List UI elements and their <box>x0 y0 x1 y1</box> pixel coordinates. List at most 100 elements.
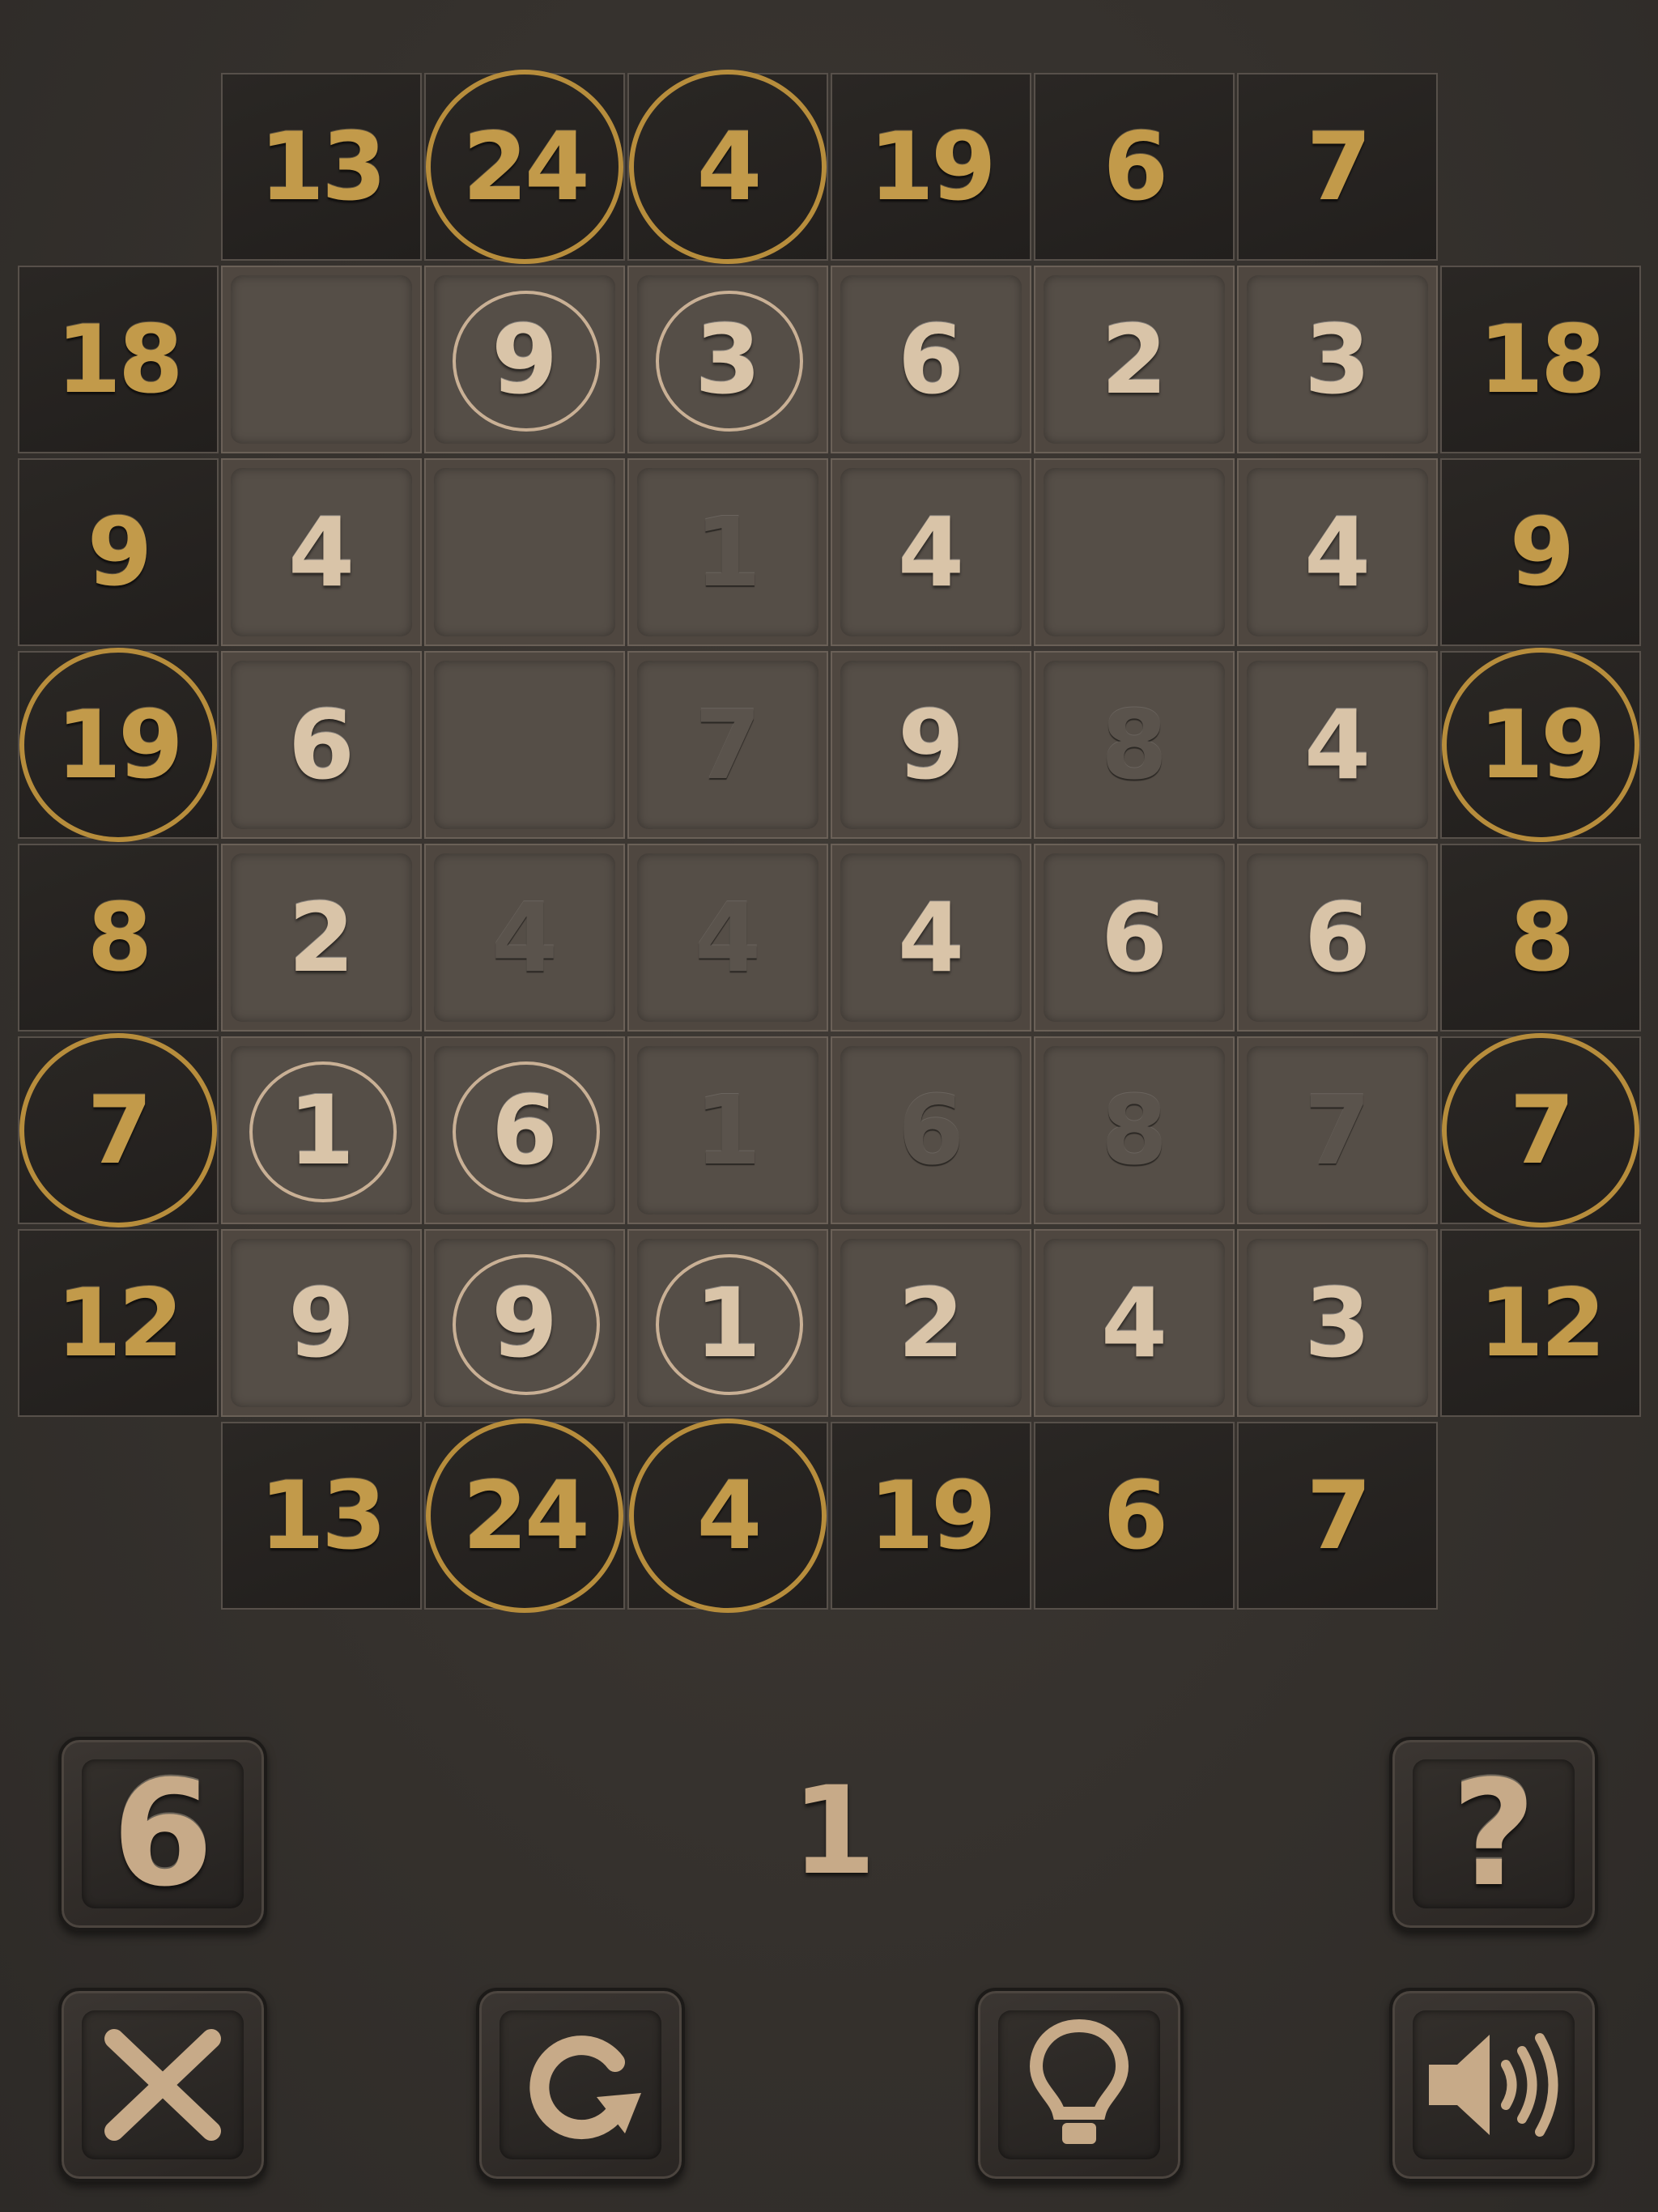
top-clue: 13 <box>221 73 422 261</box>
bottom-clue: 19 <box>831 1422 1031 1610</box>
restart-button[interactable] <box>476 1988 685 2182</box>
grid-cell[interactable]: 6 <box>831 266 1031 453</box>
grid-cell-value: 2 <box>840 1239 1022 1407</box>
grid-cell[interactable]: 4 <box>1034 1229 1235 1417</box>
left-clue: 8 <box>18 844 219 1032</box>
grid-cell-value: 9 <box>434 1239 615 1407</box>
grid-cell[interactable]: 4 <box>831 844 1031 1032</box>
grid-cell[interactable]: 4 <box>627 844 828 1032</box>
grid-cell-value: 2 <box>231 853 412 1022</box>
grid-cell-value: 4 <box>637 853 818 1022</box>
top-clue: 24 <box>424 73 625 261</box>
bottom-clue-value: 7 <box>1306 1461 1372 1571</box>
grid-cell[interactable] <box>221 266 422 453</box>
bottom-clue-value: 13 <box>259 1461 386 1571</box>
bottom-clue: 24 <box>424 1422 625 1610</box>
restart-arrow-icon <box>529 2035 641 2140</box>
help-button-label: ? <box>1413 1750 1575 1919</box>
grid-cell[interactable]: 4 <box>221 458 422 646</box>
grid-cell-value: 7 <box>637 661 818 829</box>
right-clue: 8 <box>1440 844 1641 1032</box>
top-clue-value: 13 <box>259 112 386 222</box>
right-clue-value: 7 <box>1509 1075 1575 1185</box>
grid-cell[interactable]: 7 <box>627 651 828 839</box>
grid-cell[interactable]: 3 <box>627 266 828 453</box>
grid-cell[interactable]: 6 <box>221 651 422 839</box>
left-clue-value: 9 <box>87 497 153 607</box>
close-button[interactable] <box>58 1988 267 2182</box>
grid-cell-value: 4 <box>434 853 615 1022</box>
grid-cell[interactable]: 6 <box>424 1036 625 1224</box>
grid-cell-value <box>1044 468 1225 636</box>
left-clue: 19 <box>18 651 219 839</box>
left-clue: 7 <box>18 1036 219 1224</box>
number-select-button[interactable]: 6 <box>58 1737 267 1931</box>
grid-cell[interactable]: 9 <box>831 651 1031 839</box>
grid-cell[interactable]: 2 <box>1034 266 1235 453</box>
bottom-clue: 6 <box>1034 1422 1235 1610</box>
hint-button[interactable] <box>975 1988 1184 2182</box>
top-clue: 19 <box>831 73 1031 261</box>
grid-cell[interactable]: 4 <box>1237 651 1438 839</box>
grid-cell[interactable] <box>424 651 625 839</box>
grid-cell-value: 6 <box>231 661 412 829</box>
grid-cell[interactable]: 3 <box>1237 266 1438 453</box>
grid-cell[interactable]: 3 <box>1237 1229 1438 1417</box>
grid-cell[interactable]: 8 <box>1034 651 1235 839</box>
move-counter: 1 <box>791 1761 877 1902</box>
help-button[interactable]: ? <box>1389 1737 1598 1931</box>
sound-button[interactable] <box>1389 1988 1598 2182</box>
left-clue-value: 8 <box>87 883 153 993</box>
grid-cell-value: 6 <box>840 275 1022 444</box>
grid-cell[interactable]: 9 <box>424 1229 625 1417</box>
grid-cell[interactable]: 1 <box>627 1036 828 1224</box>
bottom-clue: 13 <box>221 1422 422 1610</box>
grid-cell-value: 4 <box>231 468 412 636</box>
grid-cell-value: 9 <box>434 275 615 444</box>
grid-cell[interactable]: 7 <box>1237 1036 1438 1224</box>
grid-cell[interactable]: 2 <box>221 844 422 1032</box>
grid-cell-value: 7 <box>1247 1046 1428 1214</box>
grid-cell[interactable]: 4 <box>1237 458 1438 646</box>
grid-cell-value: 6 <box>840 1046 1022 1214</box>
grid-cell[interactable]: 6 <box>1237 844 1438 1032</box>
grid-cell[interactable]: 1 <box>627 1229 828 1417</box>
grid-cell[interactable]: 4 <box>831 458 1031 646</box>
grid-cell-value: 1 <box>637 1046 818 1214</box>
grid-cell[interactable]: 1 <box>221 1036 422 1224</box>
grid-cell-value: 6 <box>434 1046 615 1214</box>
left-clue-value: 7 <box>87 1075 153 1185</box>
right-clue: 9 <box>1440 458 1641 646</box>
grid-cell[interactable] <box>1034 458 1235 646</box>
bottom-clue-value: 19 <box>869 1461 996 1571</box>
right-clue: 19 <box>1440 651 1641 839</box>
top-clue-value: 6 <box>1103 112 1169 222</box>
top-clue: 7 <box>1237 73 1438 261</box>
right-clue-value: 19 <box>1478 690 1605 800</box>
grid-cell-value: 4 <box>840 853 1022 1022</box>
grid-cell-value: 2 <box>1044 275 1225 444</box>
left-clue-value: 19 <box>56 690 183 800</box>
grid-cell-value: 4 <box>1044 1239 1225 1407</box>
grid-cell[interactable]: 9 <box>424 266 625 453</box>
grid-cell-value: 6 <box>1247 853 1428 1022</box>
grid-cell-value: 4 <box>1247 661 1428 829</box>
grid-cell[interactable]: 9 <box>221 1229 422 1417</box>
grid-cell[interactable] <box>424 458 625 646</box>
bottom-clue-value: 24 <box>462 1461 589 1571</box>
grid-cell[interactable]: 1 <box>627 458 828 646</box>
top-clue-value: 4 <box>696 112 763 222</box>
grid-cell-value <box>231 275 412 444</box>
grid-cell[interactable]: 4 <box>424 844 625 1032</box>
grid-cell-value <box>434 661 615 829</box>
right-clue: 18 <box>1440 266 1641 453</box>
grid-cell-value: 9 <box>231 1239 412 1407</box>
grid-cell-value <box>434 468 615 636</box>
grid-cell[interactable]: 6 <box>831 1036 1031 1224</box>
grid-cell[interactable]: 2 <box>831 1229 1031 1417</box>
grid-cell-value: 3 <box>637 275 818 444</box>
grid-cell[interactable]: 6 <box>1034 844 1235 1032</box>
grid-cell-value: 4 <box>1247 468 1428 636</box>
grid-cell[interactable]: 8 <box>1034 1036 1235 1224</box>
grid-cell-value: 1 <box>637 1239 818 1407</box>
